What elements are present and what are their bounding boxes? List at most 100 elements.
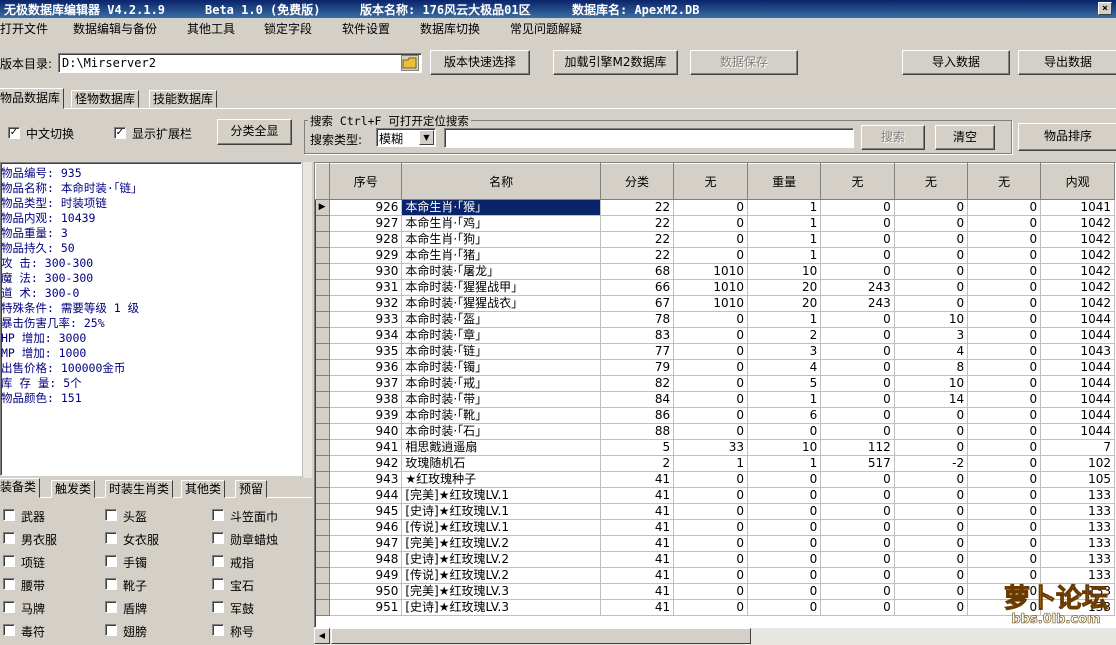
column-header[interactable]: 重量: [746, 163, 822, 200]
table-row[interactable]: 937 本命时装·「戒」 82 0 5 0 10 0 1044: [315, 375, 1115, 392]
row-indicator[interactable]: [315, 215, 330, 232]
menu-edit-backup[interactable]: 数据编辑与备份: [73, 20, 157, 37]
table-cell[interactable]: 0: [747, 487, 822, 504]
item-name-cell[interactable]: [完美]★红玫瑰LV.3: [401, 583, 601, 600]
table-cell[interactable]: 1042: [1040, 279, 1115, 296]
table-cell[interactable]: 41: [600, 599, 675, 616]
table-cell[interactable]: 945: [329, 503, 403, 520]
item-name-cell[interactable]: 本命时装·「盔」: [401, 311, 601, 328]
item-name-cell[interactable]: 本命生肖·「狗」: [401, 231, 601, 248]
tab-monster-db[interactable]: 怪物数据库: [71, 90, 140, 108]
menu-db-switch[interactable]: 数据库切换: [420, 20, 480, 37]
item-name-cell[interactable]: [史诗]★红玫瑰LV.1: [401, 503, 601, 520]
table-cell[interactable]: 22: [600, 247, 675, 264]
info-scrollbar[interactable]: [302, 162, 312, 478]
table-cell[interactable]: 0: [820, 359, 895, 376]
row-indicator[interactable]: [315, 407, 330, 424]
table-cell[interactable]: 0: [894, 551, 969, 568]
table-cell[interactable]: 939: [329, 407, 403, 424]
table-cell[interactable]: 33: [673, 439, 748, 456]
row-indicator[interactable]: [315, 551, 330, 568]
row-indicator[interactable]: [315, 327, 330, 344]
table-cell[interactable]: 1044: [1040, 407, 1115, 424]
table-cell[interactable]: 10: [747, 439, 822, 456]
menu-other-tools[interactable]: 其他工具: [187, 20, 235, 37]
category-checkbox[interactable]: [105, 509, 117, 521]
chinese-switch-checkbox[interactable]: ✓: [8, 127, 20, 139]
table-cell[interactable]: 0: [967, 263, 1042, 280]
table-row[interactable]: ▶ 926 本命生肖·「猴」 22 0 1 0 0 0 1041: [315, 199, 1115, 216]
table-cell[interactable]: 243: [820, 295, 895, 312]
show-ext-checkbox[interactable]: ✓: [114, 127, 126, 139]
table-cell[interactable]: 41: [600, 567, 675, 584]
table-cell[interactable]: 66: [600, 279, 675, 296]
table-cell[interactable]: 934: [329, 327, 403, 344]
table-cell[interactable]: 0: [894, 503, 969, 520]
table-cell[interactable]: 941: [329, 439, 403, 456]
table-cell[interactable]: 0: [894, 279, 969, 296]
table-row[interactable]: 951 [史诗]★红玫瑰LV.3 41 0 0 0 0 0 133: [315, 599, 1115, 616]
category-checkbox[interactable]: [212, 509, 224, 521]
table-row[interactable]: 932 本命时装·「猩猩战衣」 67 1010 20 243 0 0 1042: [315, 295, 1115, 312]
table-cell[interactable]: 133: [1040, 551, 1115, 568]
table-cell[interactable]: 0: [967, 359, 1042, 376]
table-cell[interactable]: 68: [600, 263, 675, 280]
table-cell[interactable]: 4: [747, 359, 822, 376]
table-cell[interactable]: 0: [820, 487, 895, 504]
table-cell[interactable]: 0: [747, 423, 822, 440]
table-cell[interactable]: 0: [967, 295, 1042, 312]
table-cell[interactable]: 0: [894, 231, 969, 248]
table-cell[interactable]: 0: [673, 519, 748, 536]
table-cell[interactable]: 1043: [1040, 343, 1115, 360]
grid-hscrollbar[interactable]: ◀: [314, 628, 1116, 645]
table-cell[interactable]: 0: [894, 263, 969, 280]
table-row[interactable]: 943 ★红玫瑰种子 41 0 0 0 0 0 105: [315, 471, 1115, 488]
table-cell[interactable]: 0: [673, 567, 748, 584]
table-cell[interactable]: 41: [600, 503, 675, 520]
item-name-cell[interactable]: 本命时装·「猩猩战衣」: [401, 295, 601, 312]
table-cell[interactable]: 0: [673, 231, 748, 248]
item-name-cell[interactable]: 本命时装·「戒」: [401, 375, 601, 392]
table-cell[interactable]: 41: [600, 487, 675, 504]
table-cell[interactable]: 933: [329, 311, 403, 328]
table-row[interactable]: 946 [传说]★红玫瑰LV.1 41 0 0 0 0 0 133: [315, 519, 1115, 536]
item-grid[interactable]: 序号 名称 分类无重量无无无内观 ▶ 926 本命生肖·「猴」 22 0 1 0 0 0 1041 92…: [314, 162, 1116, 628]
row-indicator[interactable]: [315, 439, 330, 456]
table-cell[interactable]: 1: [747, 199, 822, 216]
cat-tab[interactable]: 装备类: [0, 478, 41, 498]
table-cell[interactable]: 0: [894, 583, 969, 600]
table-cell[interactable]: 0: [894, 599, 969, 616]
table-cell[interactable]: 77: [600, 343, 675, 360]
table-cell[interactable]: 0: [820, 263, 895, 280]
table-cell[interactable]: 0: [967, 375, 1042, 392]
table-cell[interactable]: 0: [967, 215, 1042, 232]
column-header[interactable]: 序号: [328, 163, 403, 200]
table-cell[interactable]: 5: [600, 439, 675, 456]
table-cell[interactable]: 1: [747, 215, 822, 232]
table-cell[interactable]: 1042: [1040, 215, 1115, 232]
category-checkbox[interactable]: [105, 555, 117, 567]
table-cell[interactable]: 927: [329, 215, 403, 232]
table-cell[interactable]: 0: [673, 311, 748, 328]
table-cell[interactable]: 133: [1040, 503, 1115, 520]
table-cell[interactable]: 1041: [1040, 199, 1115, 216]
table-cell[interactable]: 20: [747, 295, 822, 312]
table-cell[interactable]: 937: [329, 375, 403, 392]
table-cell[interactable]: 6: [747, 407, 822, 424]
item-name-cell[interactable]: [传说]★红玫瑰LV.2: [401, 567, 601, 584]
row-indicator[interactable]: [315, 247, 330, 264]
category-checkbox[interactable]: [212, 624, 224, 636]
table-cell[interactable]: 0: [894, 439, 969, 456]
table-cell[interactable]: 0: [967, 327, 1042, 344]
table-cell[interactable]: 1010: [673, 279, 748, 296]
table-cell[interactable]: 1: [747, 311, 822, 328]
table-cell[interactable]: 41: [600, 471, 675, 488]
table-cell[interactable]: 0: [820, 535, 895, 552]
table-cell[interactable]: 0: [967, 471, 1042, 488]
table-cell[interactable]: 0: [747, 567, 822, 584]
table-cell[interactable]: 0: [820, 247, 895, 264]
close-icon[interactable]: ×: [1098, 2, 1112, 15]
table-cell[interactable]: 517: [820, 455, 895, 472]
table-cell[interactable]: 5: [747, 375, 822, 392]
table-cell[interactable]: 0: [967, 231, 1042, 248]
